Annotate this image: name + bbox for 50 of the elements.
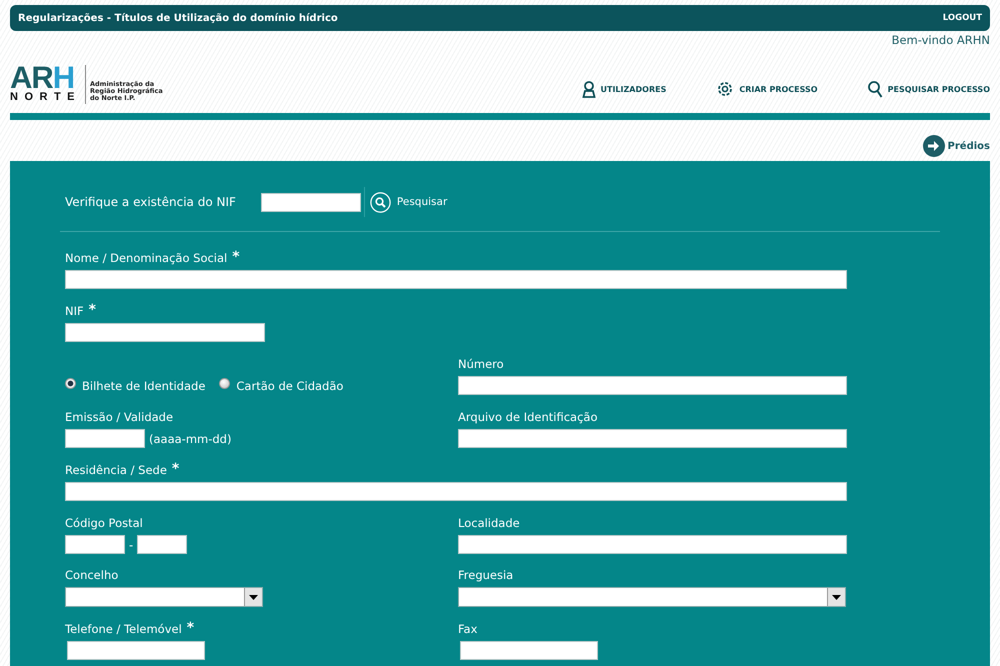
field-label: Freguesia bbox=[458, 568, 514, 582]
required-mark: * bbox=[88, 304, 96, 316]
field-label: Código Postal bbox=[65, 516, 143, 530]
input-field[interactable] bbox=[458, 429, 847, 448]
dropdown[interactable] bbox=[458, 587, 846, 607]
search-icon bbox=[370, 192, 391, 212]
field-label: Verifique a existência do NIF bbox=[65, 195, 236, 209]
date-field[interactable] bbox=[65, 429, 145, 448]
nav-link[interactable]: UTILIZADORES bbox=[582, 80, 666, 98]
next-link[interactable]: Prédios bbox=[922, 135, 990, 157]
required-mark: * bbox=[232, 251, 240, 263]
input-field[interactable] bbox=[460, 641, 598, 660]
nav-link[interactable]: PESQUISAR PROCESSO bbox=[868, 80, 990, 98]
field-label: Nome / Denominação Social bbox=[65, 251, 228, 265]
field-label: Concelho bbox=[65, 568, 118, 582]
input-field[interactable] bbox=[458, 535, 847, 554]
postal-code-field[interactable] bbox=[65, 535, 125, 554]
radio-label: Cartão de Cidadão bbox=[236, 379, 344, 393]
field-label: Fax bbox=[458, 622, 478, 636]
radio-label: Bilhete de Identidade bbox=[82, 379, 206, 393]
search-icon bbox=[868, 80, 883, 98]
date-format-hint: (aaaa-mm-dd) bbox=[149, 432, 232, 446]
logo-subtitle: NORTE bbox=[10, 90, 81, 104]
search-link[interactable]: Pesquisar bbox=[370, 192, 448, 212]
radio-button[interactable] bbox=[219, 378, 230, 388]
field-label: Telefone / Telemóvel bbox=[65, 622, 182, 636]
input-field[interactable] bbox=[67, 641, 205, 660]
field-label: Localidade bbox=[458, 516, 520, 530]
welcome-text: Bem-vindo ARHN bbox=[892, 33, 990, 49]
field-label: Arquivo de Identificação bbox=[458, 410, 598, 424]
settings-icon bbox=[716, 80, 734, 98]
input-field[interactable] bbox=[458, 376, 847, 395]
radio-button[interactable] bbox=[65, 378, 76, 388]
field-label: Residência / Sede bbox=[65, 463, 167, 477]
nav-link[interactable]: CRIAR PROCESSO bbox=[716, 80, 818, 98]
nif-check-field[interactable] bbox=[260, 192, 361, 212]
app-title: Regularizações - Títulos de Utilização do domínio hídrico bbox=[18, 12, 338, 24]
field-label: Emissão / Validade bbox=[65, 410, 174, 424]
field-label: Número bbox=[458, 357, 504, 371]
postal-suffix-field[interactable] bbox=[137, 535, 188, 554]
required-mark: * bbox=[172, 463, 180, 475]
input-field[interactable] bbox=[65, 270, 847, 289]
required-mark: * bbox=[186, 622, 194, 634]
logout-link[interactable]: LOGOUT bbox=[942, 13, 982, 23]
input-field[interactable] bbox=[65, 323, 265, 342]
user-icon bbox=[582, 80, 596, 98]
input-field[interactable] bbox=[65, 482, 847, 501]
dropdown[interactable] bbox=[65, 587, 263, 607]
separator-text: - bbox=[129, 538, 134, 552]
field-label: NIF bbox=[65, 304, 84, 318]
